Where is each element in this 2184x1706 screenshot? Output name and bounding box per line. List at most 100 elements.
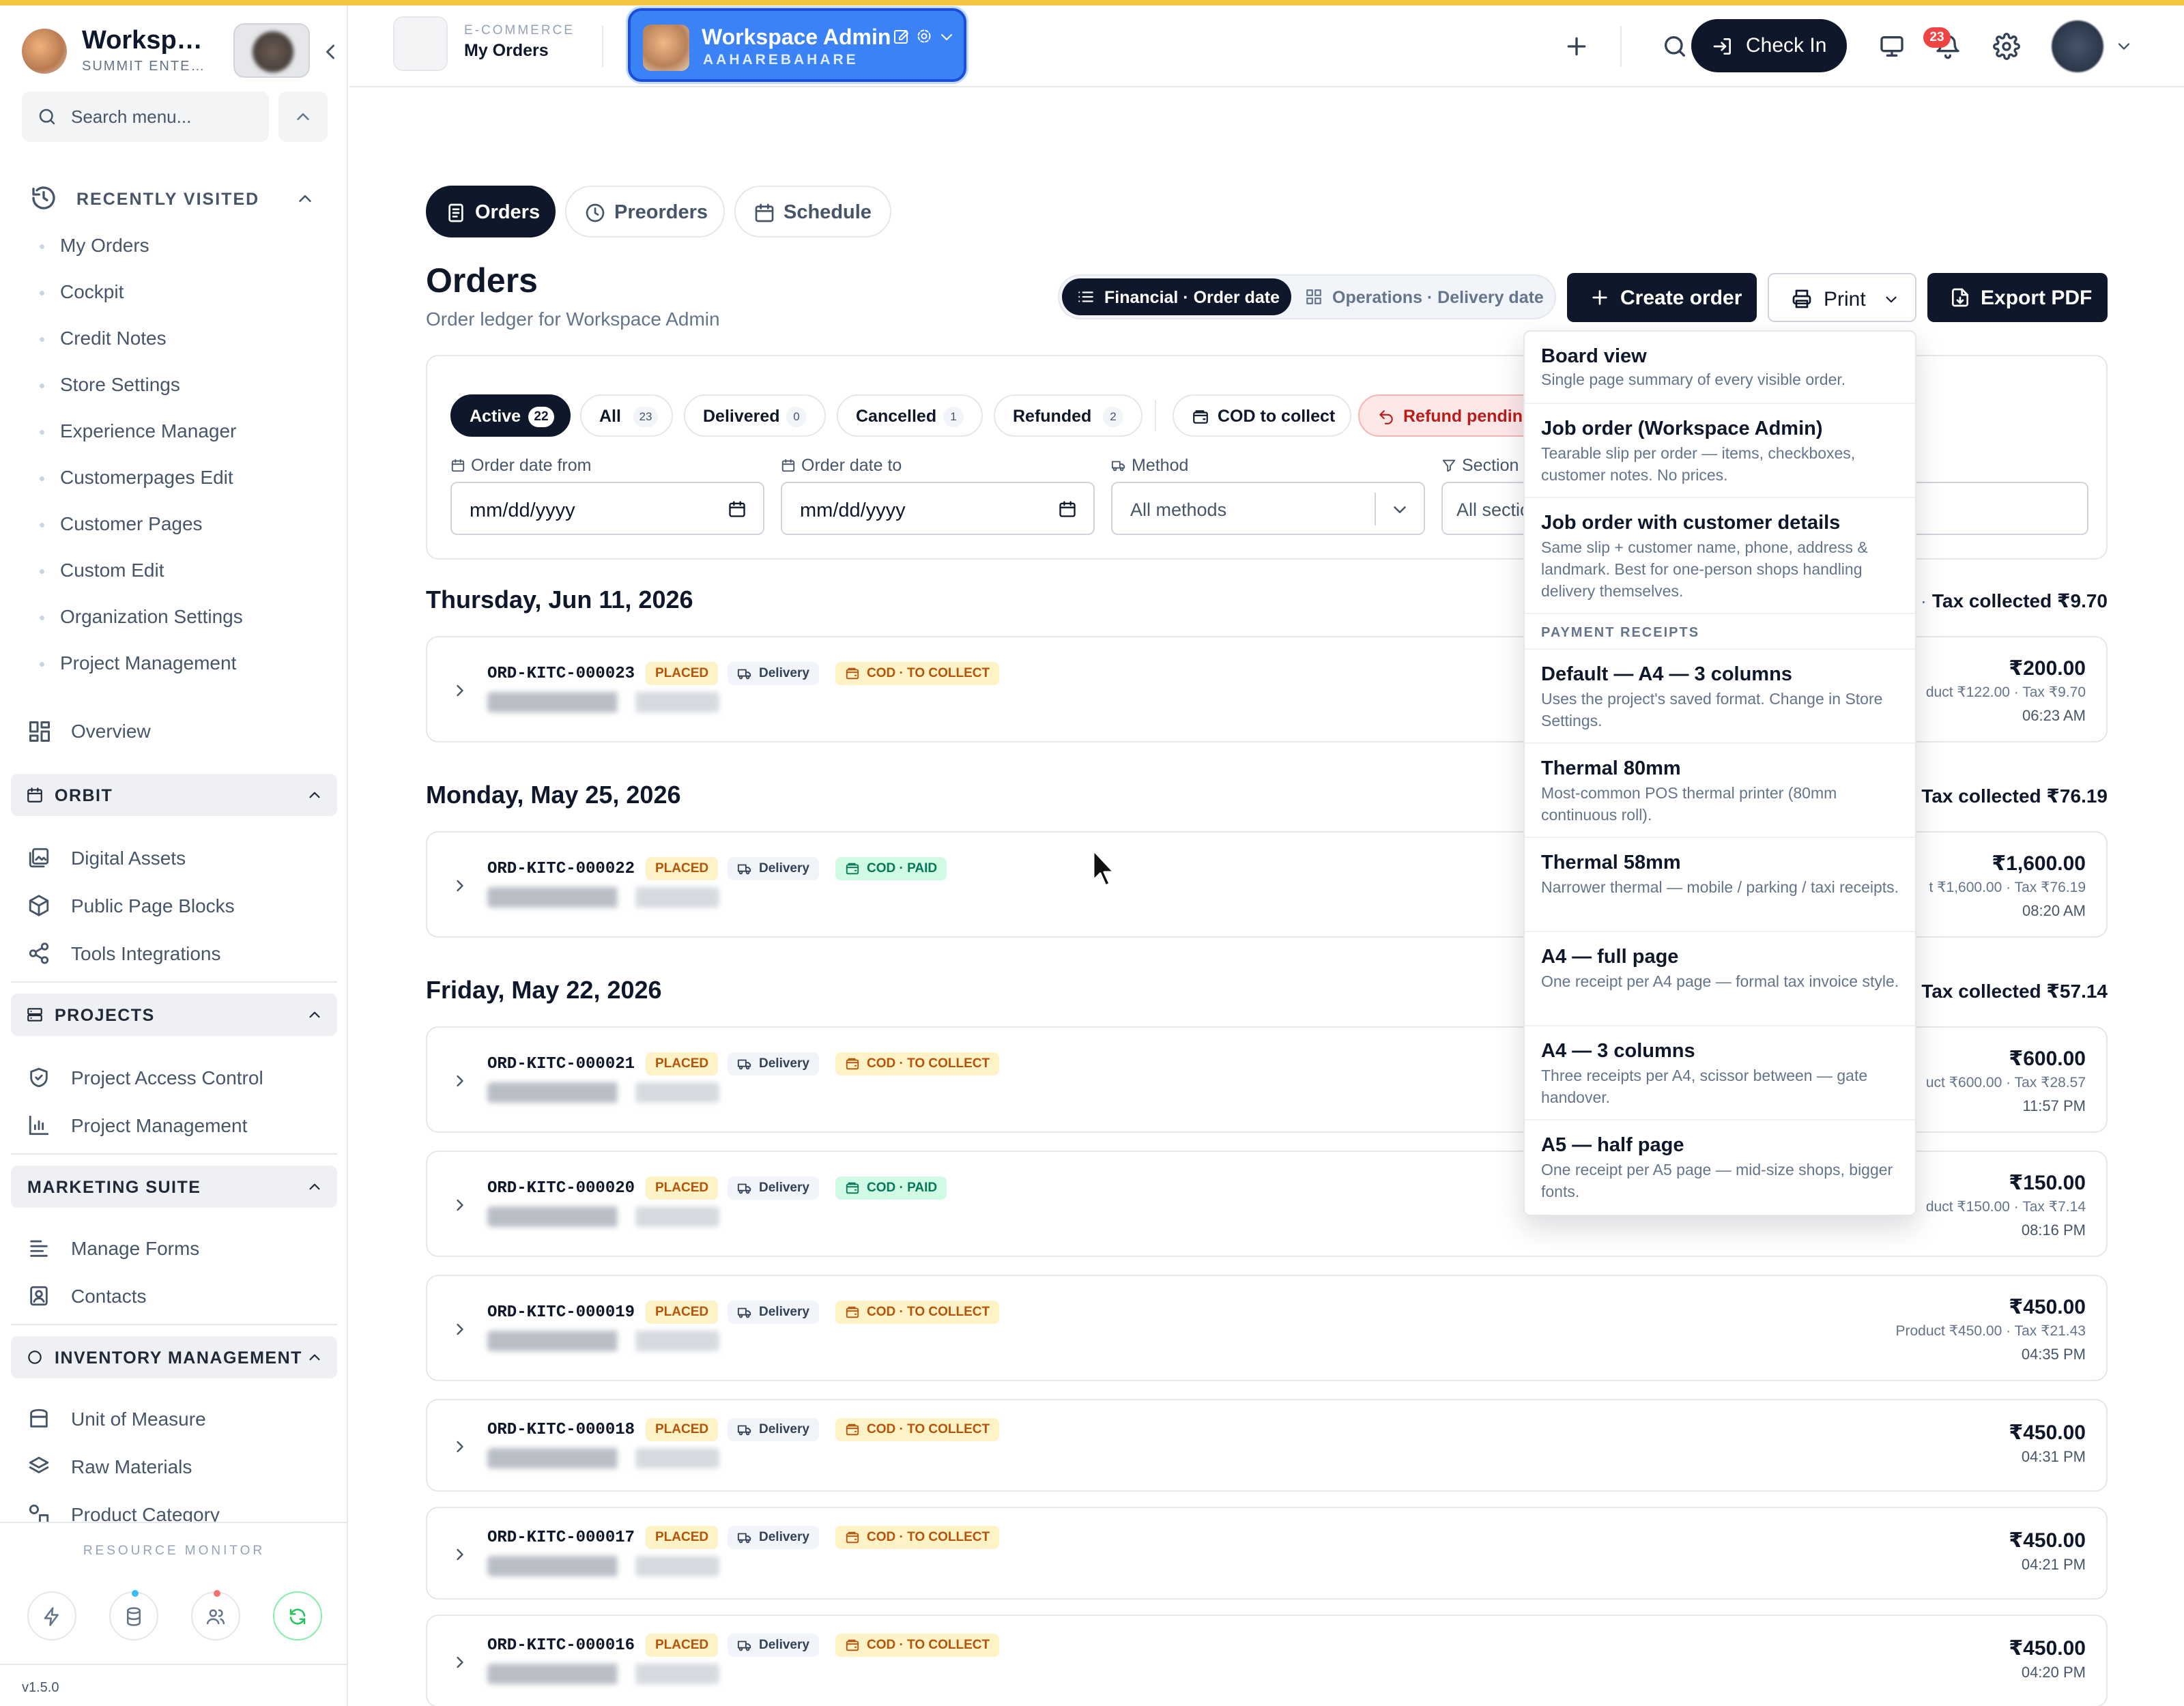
sidebar-item-contacts[interactable]: Contacts xyxy=(27,1277,328,1316)
expand-chevron-icon[interactable] xyxy=(450,1071,470,1090)
workspace-switcher[interactable]: Workspace Admin AAHAREBAHARE xyxy=(628,8,966,82)
operations-mode-button[interactable]: Operations · Delivery date xyxy=(1299,278,1552,315)
print-option-job-order[interactable]: Job order (Workspace Admin) Tearable sli… xyxy=(1525,404,1915,498)
sidebar-item-raw-materials[interactable]: Raw Materials xyxy=(27,1448,328,1486)
section-inventory-management[interactable]: INVENTORY MANAGEMENT xyxy=(11,1336,337,1378)
calendar-icon[interactable] xyxy=(1058,500,1077,519)
performance-button[interactable] xyxy=(27,1591,76,1640)
module-icon[interactable] xyxy=(393,16,448,71)
method-select[interactable]: All methods xyxy=(1111,482,1425,535)
add-button[interactable] xyxy=(1551,20,1603,72)
sidebar-item-project-management[interactable]: Project Management xyxy=(27,1107,328,1145)
status-badge: PLACED xyxy=(646,1634,719,1657)
recent-item[interactable]: Organization Settings xyxy=(35,599,243,646)
receipt-option-a4-full[interactable]: A4 — full page One receipt per A4 page —… xyxy=(1525,932,1915,1026)
order-card[interactable]: ORD-KITC-000019 PLACED Delivery COD · TO CO… xyxy=(426,1275,2108,1381)
brand-subtitle: SUMMIT ENTE… xyxy=(82,59,206,74)
sidebar-item-public-page-blocks[interactable]: Public Page Blocks xyxy=(27,887,328,925)
print-button[interactable]: Print xyxy=(1768,273,1916,322)
customer-info-blurred xyxy=(487,1331,719,1351)
date-mode-toggle: Financial · Order date Operations · Deli… xyxy=(1058,274,1556,319)
search-icon xyxy=(1665,36,1685,57)
recent-item[interactable]: Cockpit xyxy=(35,274,243,321)
date-to-input[interactable]: mm/dd/yyyy xyxy=(781,482,1095,535)
recent-item[interactable]: Experience Manager xyxy=(35,414,243,460)
order-card[interactable]: ORD-KITC-000017 PLACED Delivery COD · TO CO… xyxy=(426,1507,2108,1600)
sidebar-item-digital-assets[interactable]: Digital Assets xyxy=(27,839,328,878)
date-from-value: mm/dd/yyyy xyxy=(470,500,575,521)
brand-name[interactable]: Worksp… xyxy=(82,26,203,55)
filter-chip-cancelled[interactable]: Cancelled 1 xyxy=(837,394,983,437)
sidebar-item-tools-integrations[interactable]: Tools Integrations xyxy=(27,935,328,973)
filter-chip-refunded[interactable]: Refunded 2 xyxy=(994,394,1143,437)
tab-schedule[interactable]: Schedule xyxy=(734,186,891,237)
breadcrumb-page[interactable]: My Orders xyxy=(464,41,549,61)
expand-chevron-icon[interactable] xyxy=(450,681,470,700)
sync-button[interactable] xyxy=(273,1591,322,1640)
filter-chip-cod-to-collect[interactable]: COD to collect xyxy=(1173,394,1351,437)
sidebar-item-overview[interactable]: Overview xyxy=(27,712,328,751)
print-option-board-view[interactable]: Board view Single page summary of every … xyxy=(1525,332,1915,404)
sidebar-item-label: Project Management xyxy=(71,1115,248,1136)
recent-item[interactable]: Custom Edit xyxy=(35,553,243,599)
recent-item[interactable]: Store Settings xyxy=(35,367,243,414)
filter-chip-delivered[interactable]: Delivered 0 xyxy=(684,394,826,437)
recent-item[interactable]: Customerpages Edit xyxy=(35,460,243,506)
expand-chevron-icon[interactable] xyxy=(450,1653,470,1672)
receipt-option-default[interactable]: Default — A4 — 3 columns Uses the projec… xyxy=(1525,650,1915,744)
recent-item[interactable]: My Orders xyxy=(35,228,243,274)
order-time: 04:35 PM xyxy=(2021,1346,2086,1363)
expand-chevron-icon[interactable] xyxy=(450,1545,470,1564)
create-order-button[interactable]: Create order xyxy=(1567,273,1757,322)
user-avatar[interactable] xyxy=(2052,20,2103,72)
expand-chevron-icon[interactable] xyxy=(450,1196,470,1215)
menu-search-input[interactable]: Search menu... xyxy=(22,91,269,142)
filter-chip-all[interactable]: All 23 xyxy=(580,394,673,437)
calendar-icon[interactable] xyxy=(728,500,747,519)
expand-chevron-icon[interactable] xyxy=(450,1437,470,1456)
expand-chevron-icon[interactable] xyxy=(450,1320,470,1339)
calendar-icon xyxy=(781,459,795,472)
receipt-icon xyxy=(445,202,467,224)
users-button[interactable] xyxy=(191,1590,240,1640)
filter-chip-active[interactable]: Active 22 xyxy=(450,394,571,437)
display-button[interactable] xyxy=(1866,20,1918,72)
recent-item[interactable]: Customer Pages xyxy=(35,506,243,553)
recently-visited-header[interactable]: RECENTLY VISITED xyxy=(30,184,324,214)
recent-item[interactable]: Credit Notes xyxy=(35,321,243,367)
section-projects[interactable]: PROJECTS xyxy=(11,994,337,1036)
receipt-option-a4-3col[interactable]: A4 — 3 columns Three receipts per A4, sc… xyxy=(1525,1026,1915,1121)
financial-mode-button[interactable]: Financial · Order date xyxy=(1062,278,1291,315)
section-marketing-suite[interactable]: MARKETING SUITE xyxy=(11,1166,337,1208)
workspace-actions xyxy=(894,26,962,46)
check-in-button[interactable]: Check In xyxy=(1691,19,1847,72)
order-card[interactable]: ORD-KITC-000016 PLACED Delivery COD · TO CO… xyxy=(426,1615,2108,1706)
expand-chevron-icon[interactable] xyxy=(450,876,470,895)
sidebar-item-manage-forms[interactable]: Manage Forms xyxy=(27,1230,328,1268)
section-orbit[interactable]: ORBIT xyxy=(11,774,337,816)
option-title: Job order (Workspace Admin) xyxy=(1541,418,1823,439)
sidebar-item-project-access-control[interactable]: Project Access Control xyxy=(27,1059,328,1097)
ruler-icon xyxy=(27,1407,52,1432)
receipt-option-thermal-80[interactable]: Thermal 80mm Most-common POS thermal pri… xyxy=(1525,744,1915,838)
tab-orders[interactable]: Orders xyxy=(426,186,556,237)
order-card[interactable]: ORD-KITC-000018 PLACED Delivery COD · TO CO… xyxy=(426,1399,2108,1492)
sidebar-item-product-category[interactable]: Product Category xyxy=(27,1496,328,1523)
chevron-down-icon[interactable] xyxy=(2114,37,2133,56)
export-pdf-button[interactable]: Export PDF xyxy=(1927,273,2108,322)
sidebar-item-unit-of-measure[interactable]: Unit of Measure xyxy=(27,1400,328,1438)
tab-preorders[interactable]: Preorders xyxy=(565,186,725,237)
receipt-option-thermal-58[interactable]: Thermal 58mm Narrower thermal — mobile /… xyxy=(1525,838,1915,932)
sidebar-item-label: Digital Assets xyxy=(71,848,186,869)
date-from-input[interactable]: mm/dd/yyyy xyxy=(450,482,764,535)
filter-chip-refund-pending[interactable]: Refund pending xyxy=(1358,394,1536,437)
recent-item[interactable]: Project Management xyxy=(35,646,243,692)
collapse-sidebar-icon[interactable] xyxy=(318,40,343,64)
database-button[interactable] xyxy=(109,1590,158,1640)
receipt-option-a5-half[interactable]: A5 — half page One receipt per A5 page —… xyxy=(1525,1121,1915,1215)
workspace-avatar[interactable] xyxy=(233,23,310,78)
collapse-all-button[interactable] xyxy=(278,91,328,142)
order-amount: ₹450.00 xyxy=(2009,1529,2086,1552)
settings-button[interactable] xyxy=(1981,20,2032,72)
print-option-job-order-customer[interactable]: Job order with customer details Same sli… xyxy=(1525,498,1915,614)
